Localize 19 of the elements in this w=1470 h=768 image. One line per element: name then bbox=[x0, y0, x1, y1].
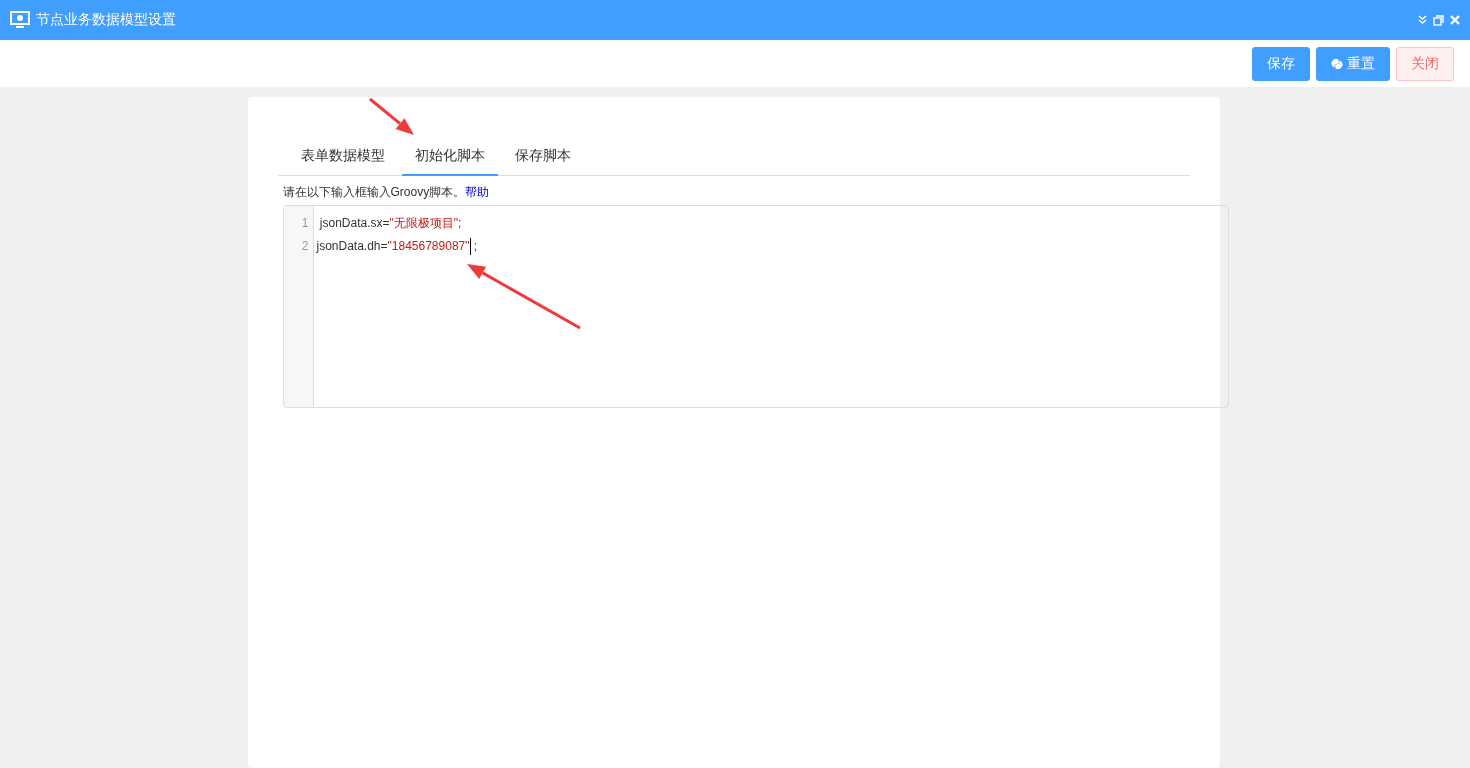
line-number: 2 bbox=[300, 238, 310, 255]
code-text: ; bbox=[458, 215, 462, 232]
line-number: 1 bbox=[300, 215, 310, 232]
window-title: 节点业务数据模型设置 bbox=[36, 11, 177, 29]
help-link[interactable]: 帮助 bbox=[465, 185, 490, 199]
code-text: jsonData.sx= bbox=[318, 215, 390, 232]
tab[interactable]: 保存脚本 bbox=[501, 137, 584, 176]
tab[interactable]: 初始化脚本 bbox=[401, 137, 498, 176]
tab[interactable]: 表单数据模型 bbox=[287, 137, 398, 176]
code-text: jsonData.dh= bbox=[316, 238, 388, 255]
restore-icon[interactable] bbox=[1433, 14, 1444, 26]
annotation-arrow bbox=[369, 97, 414, 135]
close-icon[interactable] bbox=[1450, 15, 1460, 25]
hint-text: 请在以下输入框输入Groovy脚本。 bbox=[282, 185, 466, 199]
string-literal: "18456789087" bbox=[387, 238, 470, 255]
collapse-icon[interactable] bbox=[1418, 15, 1427, 25]
code-text: ; bbox=[472, 238, 478, 255]
code-editor[interactable]: 1 2 jsonData.sx="无限极项目"; jsonData.dh="18456789087" ; bbox=[282, 205, 1229, 408]
text-cursor bbox=[469, 238, 471, 255]
